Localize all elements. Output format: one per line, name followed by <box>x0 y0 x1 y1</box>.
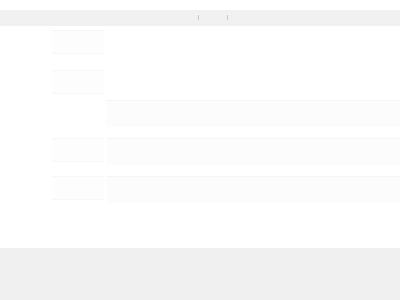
content-row <box>106 100 400 127</box>
content-row <box>106 138 400 165</box>
top-strip <box>0 0 400 10</box>
app-window <box>0 0 400 300</box>
content-row <box>106 176 400 203</box>
sidebar-item[interactable] <box>52 138 104 162</box>
main-panel <box>106 26 400 248</box>
toolbar <box>0 10 400 26</box>
footer-panel <box>0 248 400 300</box>
sidebar <box>0 26 104 248</box>
content-area <box>0 26 400 248</box>
sidebar-item[interactable] <box>52 176 104 200</box>
toolbar-divider <box>198 15 199 20</box>
sidebar-item[interactable] <box>52 30 104 54</box>
sidebar-item[interactable] <box>52 70 104 94</box>
toolbar-divider <box>227 15 228 20</box>
